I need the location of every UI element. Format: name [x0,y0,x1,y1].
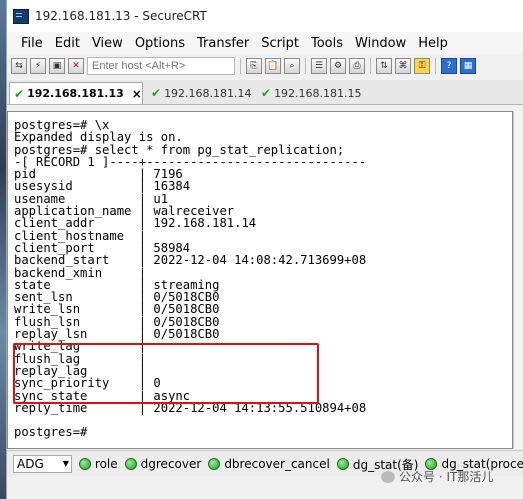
connect-icon[interactable]: ⇆ [11,58,27,74]
copy-icon[interactable]: ⎘ [246,58,262,74]
title-bar: 192.168.181.13 - SecureCRT [7,0,523,32]
green-dot-icon [124,458,137,470]
highlight-box [13,343,319,404]
toolbar-separator [305,58,306,74]
connect-tab-icon[interactable]: ▣ [49,58,65,74]
host-input[interactable] [87,57,235,75]
print-icon[interactable]: ⎙ [349,58,365,74]
toolbar-separator [370,58,371,74]
securecrt-app-icon [13,8,29,24]
menu-view[interactable]: View [86,36,129,51]
button-bar-select[interactable]: ADG ▼ [13,455,72,473]
toolbar-separator [435,58,436,74]
toolbar-separator [240,58,241,74]
connected-check-icon: ✔ [14,86,25,101]
terminal-line: usesysid | 16384 [14,179,191,194]
dgrecover-button[interactable]: dgrecover [124,457,202,471]
global-options-icon[interactable]: ⚙ [330,58,346,74]
tab-close-icon[interactable]: × [132,87,142,101]
tab-192-168-181-13[interactable]: ✔ 192.168.181.13 × [9,82,143,104]
terminal-line: backend_start | 2022-12-04 14:08:42.7136… [14,253,367,268]
connected-check-icon: ✔ [261,86,272,100]
key-icon[interactable]: ⚿ [414,58,430,74]
green-dot-icon [78,458,91,470]
select-value: ADG [17,457,44,471]
toolbar: ⇆ ⚡ ▣ ✕ ⎘ 📋 ⌕ ☰ ⚙ ⎙ ⇅ ⌘ ⚿ ? ▦ [7,54,523,78]
keymap-icon[interactable]: ⌘ [395,58,411,74]
chevron-down-icon: ▼ [62,459,69,468]
menu-window[interactable]: Window [349,36,412,51]
terminal-line: backend_xmin | [14,265,147,280]
button-label: role [94,457,118,471]
terminal-scrollbar[interactable] [513,111,523,449]
paste-icon[interactable]: 📋 [265,58,281,74]
session-options-icon[interactable]: ☰ [311,58,327,74]
role-button[interactable]: role [78,457,118,471]
tab-label: 192.168.181.14 [164,86,252,100]
terminal-line: client_addr | 192.168.181.14 [14,216,257,231]
terminal-line: Expanded display is on. [14,130,183,145]
tab-label: 192.168.181.13 [27,87,124,100]
quick-connect-icon[interactable]: ⚡ [30,58,46,74]
green-dot-icon [208,458,221,470]
session-tab-bar: ✔ 192.168.181.13 × ✔ 192.168.181.14 ✔ 19… [7,80,523,105]
menu-transfer[interactable]: Transfer [191,36,255,51]
tab-label: 192.168.181.15 [274,86,362,100]
find-icon[interactable]: ⌕ [284,58,300,74]
menu-script[interactable]: Script [255,36,305,51]
watermark-text: 公众号 · IT那活儿 [399,470,494,484]
menu-tools[interactable]: Tools [305,36,349,51]
wechat-icon [381,470,395,483]
green-dot-icon [336,458,349,470]
button-label: dbrecover_cancel [224,457,330,471]
securecrt-window: 192.168.181.13 - SecureCRT File Edit Vie… [6,0,523,499]
menu-options[interactable]: Options [129,36,191,51]
sftp-icon[interactable]: ⇅ [376,58,392,74]
help-icon[interactable]: ? [441,58,457,74]
info-icon[interactable]: ▦ [460,58,476,74]
disconnect-icon[interactable]: ✕ [68,58,84,74]
menu-file[interactable]: File [15,36,49,51]
tab-192-168-181-14[interactable]: ✔ 192.168.181.14 [147,82,257,104]
menu-help[interactable]: Help [412,36,454,51]
menu-bar: File Edit View Options Transfer Script T… [7,32,523,54]
menu-edit[interactable]: Edit [49,36,86,51]
watermark: 公众号 · IT那活儿 [381,468,493,485]
tab-192-168-181-15[interactable]: ✔ 192.168.181.15 [257,82,367,104]
terminal-line: postgres=# [14,425,88,440]
dbrecover-cancel-button[interactable]: dbrecover_cancel [208,457,330,471]
connected-check-icon: ✔ [151,86,162,100]
button-label: dgrecover [140,457,202,471]
terminal-line: write_lsn | 0/5018CB0 [14,302,220,317]
window-title: 192.168.181.13 - SecureCRT [35,9,207,23]
